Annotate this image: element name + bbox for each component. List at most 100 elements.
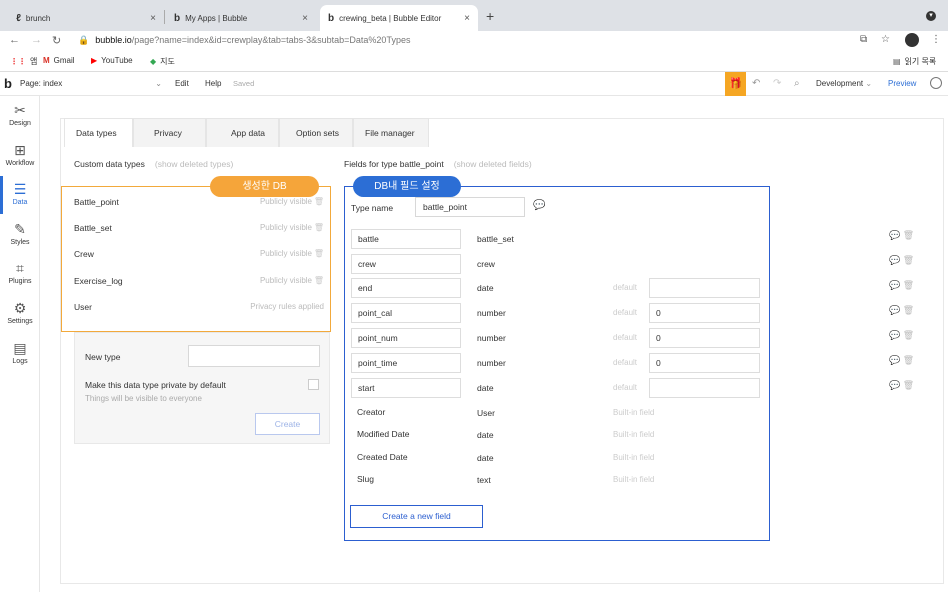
trash-icon[interactable]: 🗑 — [314, 223, 324, 232]
menu-help[interactable]: Help — [205, 79, 221, 88]
logs-icon: ▤ — [13, 340, 27, 356]
page-selector[interactable]: Page: index ⌄ — [20, 79, 162, 88]
close-tab-icon[interactable]: × — [150, 13, 156, 24]
type-name-input[interactable]: battle_point — [415, 197, 525, 217]
tab-option-sets[interactable]: Option sets — [279, 118, 353, 147]
sidebar-item-styles[interactable]: ✎ Styles — [0, 221, 40, 246]
bookmark-gmail[interactable]: M Gmail — [43, 56, 75, 65]
tab-divider — [164, 10, 165, 24]
field-row: point_time number default 0 — [351, 353, 761, 373]
sidebar-item-logs[interactable]: ▤ Logs — [0, 340, 40, 365]
undo-icon[interactable]: ↶ — [752, 78, 760, 89]
tab-privacy[interactable]: Privacy — [133, 118, 206, 147]
account-icon[interactable] — [930, 77, 942, 89]
trash-icon[interactable]: 🗑 — [314, 249, 324, 258]
close-tab-icon[interactable]: × — [302, 13, 308, 24]
trash-icon[interactable]: 🗑 — [903, 255, 914, 265]
private-default-label: Make this data type private by default — [85, 380, 226, 390]
redo-icon[interactable]: ↷ — [773, 78, 781, 89]
browser-tab-my-apps[interactable]: b My Apps | Bubble × — [166, 5, 316, 31]
url-path: /page?name=index&id=crewplay&tab=tabs-3&… — [131, 35, 411, 45]
sidebar-item-design[interactable]: ✂ Design — [0, 102, 40, 127]
field-name-input[interactable]: point_time — [351, 353, 461, 373]
bookmark-maps[interactable]: ◆ 지도 — [150, 56, 175, 67]
comment-icon[interactable]: 💬 — [889, 280, 900, 290]
create-type-button[interactable]: Create — [255, 413, 320, 435]
comment-icon[interactable]: 💬 — [889, 380, 900, 390]
field-name-input[interactable]: end — [351, 278, 461, 298]
field-name-input[interactable]: point_cal — [351, 303, 461, 323]
comment-icon[interactable]: 💬 — [889, 255, 900, 265]
default-value-input[interactable] — [649, 378, 760, 398]
forward-arrow-icon[interactable]: → — [31, 34, 42, 46]
show-deleted-fields-link[interactable]: (show deleted fields) — [454, 159, 532, 169]
trash-icon[interactable]: 🗑 — [903, 355, 914, 365]
comment-icon[interactable]: 💬 — [533, 200, 545, 211]
url-field[interactable]: 🔒 bubble.io/page?name=index&id=crewplay&t… — [78, 35, 410, 46]
list-item[interactable]: Exercise_log Publicly visible 🗑 — [74, 276, 324, 290]
comment-icon[interactable]: 💬 — [889, 355, 900, 365]
create-field-button[interactable]: Create a new field — [350, 505, 483, 528]
field-name-input[interactable]: battle — [351, 229, 461, 249]
close-tab-icon[interactable]: × — [464, 13, 470, 24]
sidebar-item-settings[interactable]: ⚙ Settings — [0, 300, 40, 325]
trash-icon[interactable]: 🗑 — [314, 197, 324, 206]
bookmark-label: YouTube — [101, 56, 133, 65]
bookmark-apps[interactable]: ⋮⋮ 앱 — [10, 56, 37, 67]
browser-tab-editor[interactable]: b crewing_beta | Bubble Editor × — [320, 5, 478, 31]
sidebar-item-workflow[interactable]: ⊞ Workflow — [0, 142, 40, 167]
tab-search-icon[interactable]: ▾ — [926, 11, 936, 21]
comment-icon[interactable]: 💬 — [889, 330, 900, 340]
type-name: Crew — [74, 249, 94, 259]
list-item[interactable]: User Privacy rules applied — [74, 302, 324, 316]
list-item[interactable]: Battle_set Publicly visible 🗑 — [74, 223, 324, 237]
default-label: default — [613, 358, 638, 367]
field-type: battle_set — [477, 234, 514, 244]
trash-icon[interactable]: 🗑 — [903, 230, 914, 240]
trash-icon[interactable]: 🗑 — [903, 305, 914, 315]
field-name-input[interactable]: start — [351, 378, 461, 398]
trash-icon[interactable]: 🗑 — [314, 276, 324, 285]
browser-tab-brunch[interactable]: ℓ brunch × — [8, 5, 164, 31]
sidebar-item-data[interactable]: ☰ Data — [0, 181, 40, 206]
browser-menu-icon[interactable]: ⋮ — [931, 34, 941, 45]
list-item[interactable]: Crew Publicly visible 🗑 — [74, 249, 324, 263]
back-arrow-icon[interactable]: ← — [9, 34, 20, 46]
type-name: Exercise_log — [74, 276, 123, 286]
search-icon[interactable]: ⌕ — [794, 78, 800, 89]
tab-data-types[interactable]: Data types — [64, 118, 133, 147]
gift-icon[interactable]: 🎁 — [725, 72, 746, 96]
new-tab-button[interactable]: + — [486, 8, 494, 24]
reading-list[interactable]: ▤ 읽기 목록 — [893, 56, 936, 67]
preview-button[interactable]: Preview — [888, 79, 916, 88]
show-deleted-types-link[interactable]: (show deleted types) — [155, 159, 233, 169]
default-value-input[interactable] — [649, 278, 760, 298]
private-default-checkbox[interactable] — [308, 379, 319, 390]
default-value-input[interactable]: 0 — [649, 303, 760, 323]
menu-edit[interactable]: Edit — [175, 79, 189, 88]
trash-icon[interactable]: 🗑 — [903, 330, 914, 340]
bookmark-star-icon[interactable]: ☆ — [881, 34, 890, 45]
tab-file-manager[interactable]: File manager — [353, 118, 429, 147]
field-name-input[interactable]: crew — [351, 254, 461, 274]
translate-icon[interactable]: ⧉ — [860, 34, 867, 45]
bookmark-youtube[interactable]: ▶ YouTube — [91, 56, 133, 65]
new-type-input[interactable] — [188, 345, 320, 367]
extension-icon[interactable] — [905, 33, 919, 47]
bubble-logo-icon[interactable]: b — [4, 76, 12, 91]
sidebar-item-label: Data — [12, 199, 28, 206]
list-item[interactable]: Battle_point Publicly visible 🗑 — [74, 197, 324, 211]
comment-icon[interactable]: 💬 — [889, 230, 900, 240]
field-name-input[interactable]: point_num — [351, 328, 461, 348]
default-label: default — [613, 383, 638, 392]
default-value-input[interactable]: 0 — [649, 353, 760, 373]
reload-icon[interactable]: ↻ — [52, 34, 61, 47]
comment-icon[interactable]: 💬 — [889, 305, 900, 315]
trash-icon[interactable]: 🗑 — [903, 280, 914, 290]
default-value-input[interactable]: 0 — [649, 328, 760, 348]
field-row-actions: 💬 🗑 — [889, 380, 914, 391]
sidebar-item-plugins[interactable]: ⌗ Plugins — [0, 260, 40, 285]
environment-selector[interactable]: Development ⌄ — [816, 79, 872, 88]
tab-app-data[interactable]: App data — [206, 118, 279, 147]
trash-icon[interactable]: 🗑 — [903, 380, 914, 390]
